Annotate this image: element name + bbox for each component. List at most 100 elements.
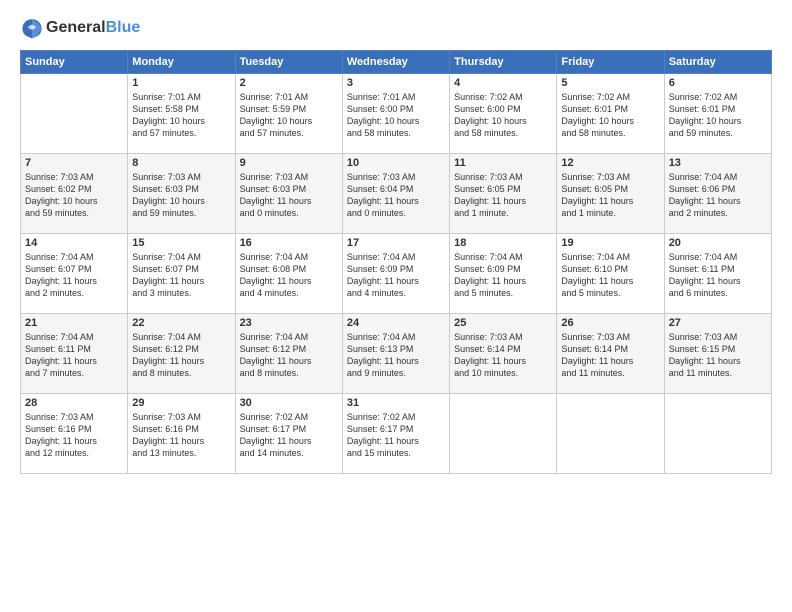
- cell-info: Sunrise: 7:03 AM Sunset: 6:03 PM Dayligh…: [132, 171, 230, 220]
- cell-info: Sunrise: 7:02 AM Sunset: 6:01 PM Dayligh…: [561, 91, 659, 140]
- day-number: 15: [132, 237, 230, 249]
- cell-info: Sunrise: 7:01 AM Sunset: 6:00 PM Dayligh…: [347, 91, 445, 140]
- day-number: 31: [347, 397, 445, 409]
- cell-info: Sunrise: 7:03 AM Sunset: 6:16 PM Dayligh…: [25, 411, 123, 460]
- calendar-week-row: 14 Sunrise: 7:04 AM Sunset: 6:07 PM Dayli…: [21, 234, 772, 314]
- cell-info: Sunrise: 7:03 AM Sunset: 6:04 PM Dayligh…: [347, 171, 445, 220]
- calendar-cell: 5 Sunrise: 7:02 AM Sunset: 6:01 PM Daylig…: [557, 74, 664, 154]
- cell-info: Sunrise: 7:04 AM Sunset: 6:09 PM Dayligh…: [347, 251, 445, 300]
- day-number: 3: [347, 77, 445, 89]
- day-number: 12: [561, 157, 659, 169]
- day-number: 23: [240, 317, 338, 329]
- weekday-header-monday: Monday: [128, 51, 235, 74]
- cell-info: Sunrise: 7:03 AM Sunset: 6:16 PM Dayligh…: [132, 411, 230, 460]
- calendar-cell: 29Sunrise: 7:03 AM Sunset: 6:16 PM Dayli…: [128, 394, 235, 474]
- cell-info: Sunrise: 7:04 AM Sunset: 6:07 PM Dayligh…: [132, 251, 230, 300]
- calendar-cell: 20Sunrise: 7:04 AM Sunset: 6:11 PM Dayli…: [664, 234, 771, 314]
- day-number: 4: [454, 77, 552, 89]
- calendar-cell: 30Sunrise: 7:02 AM Sunset: 6:17 PM Dayli…: [235, 394, 342, 474]
- day-number: 25: [454, 317, 552, 329]
- logo-general: General: [46, 19, 106, 36]
- day-number: 9: [240, 157, 338, 169]
- day-number: 20: [669, 237, 767, 249]
- calendar-week-row: 28 Sunrise: 7:03 AM Sunset: 6:16 PM Dayli…: [21, 394, 772, 474]
- calendar-table: SundayMondayTuesdayWednesdayThursdayFrid…: [20, 50, 772, 474]
- calendar-cell: 27 Sunrise: 7:03 AM Sunset: 6:15 PM Dayli…: [664, 314, 771, 394]
- cell-info: Sunrise: 7:03 AM Sunset: 6:03 PM Dayligh…: [240, 171, 338, 220]
- calendar-week-row: 1 Sunrise: 7:01 AM Sunset: 5:58 PM Daylig…: [21, 74, 772, 154]
- weekday-header-friday: Friday: [557, 51, 664, 74]
- calendar-cell: 16Sunrise: 7:04 AM Sunset: 6:08 PM Dayli…: [235, 234, 342, 314]
- calendar-cell: 21Sunrise: 7:04 AM Sunset: 6:11 PM Dayli…: [21, 314, 128, 394]
- header: GeneralBlue: [20, 16, 772, 40]
- calendar-cell: 17 Sunrise: 7:04 AM Sunset: 6:09 PM Dayli…: [342, 234, 449, 314]
- day-number: 11: [454, 157, 552, 169]
- logo-blue: Blue: [106, 19, 141, 36]
- cell-info: Sunrise: 7:02 AM Sunset: 6:17 PM Dayligh…: [347, 411, 445, 460]
- calendar-cell: 25 Sunrise: 7:03 AM Sunset: 6:14 PM Dayli…: [450, 314, 557, 394]
- cell-info: Sunrise: 7:04 AM Sunset: 6:07 PM Dayligh…: [25, 251, 123, 300]
- cell-info: Sunrise: 7:03 AM Sunset: 6:14 PM Dayligh…: [454, 331, 552, 380]
- calendar-cell: 4 Sunrise: 7:02 AM Sunset: 6:00 PM Daylig…: [450, 74, 557, 154]
- calendar-cell: 12 Sunrise: 7:03 AM Sunset: 6:05 PM Dayli…: [557, 154, 664, 234]
- weekday-header-sunday: Sunday: [21, 51, 128, 74]
- calendar-cell: 11Sunrise: 7:03 AM Sunset: 6:05 PM Dayli…: [450, 154, 557, 234]
- calendar-cell: 22 Sunrise: 7:04 AM Sunset: 6:12 PM Dayli…: [128, 314, 235, 394]
- weekday-header-saturday: Saturday: [664, 51, 771, 74]
- calendar-cell: [557, 394, 664, 474]
- cell-info: Sunrise: 7:02 AM Sunset: 6:00 PM Dayligh…: [454, 91, 552, 140]
- weekday-header-row: SundayMondayTuesdayWednesdayThursdayFrid…: [21, 51, 772, 74]
- day-number: 13: [669, 157, 767, 169]
- day-number: 14: [25, 237, 123, 249]
- cell-info: Sunrise: 7:03 AM Sunset: 6:05 PM Dayligh…: [561, 171, 659, 220]
- day-number: 28: [25, 397, 123, 409]
- calendar-cell: 15 Sunrise: 7:04 AM Sunset: 6:07 PM Dayli…: [128, 234, 235, 314]
- weekday-header-thursday: Thursday: [450, 51, 557, 74]
- day-number: 22: [132, 317, 230, 329]
- day-number: 7: [25, 157, 123, 169]
- day-number: 30: [240, 397, 338, 409]
- cell-info: Sunrise: 7:04 AM Sunset: 6:10 PM Dayligh…: [561, 251, 659, 300]
- calendar-cell: 6 Sunrise: 7:02 AM Sunset: 6:01 PM Daylig…: [664, 74, 771, 154]
- weekday-header-wednesday: Wednesday: [342, 51, 449, 74]
- cell-info: Sunrise: 7:04 AM Sunset: 6:13 PM Dayligh…: [347, 331, 445, 380]
- day-number: 21: [25, 317, 123, 329]
- logo-icon: [20, 16, 44, 40]
- day-number: 16: [240, 237, 338, 249]
- logo: GeneralBlue: [20, 16, 140, 40]
- day-number: 1: [132, 77, 230, 89]
- calendar-cell: 13 Sunrise: 7:04 AM Sunset: 6:06 PM Dayli…: [664, 154, 771, 234]
- day-number: 6: [669, 77, 767, 89]
- calendar-cell: 7 Sunrise: 7:03 AM Sunset: 6:02 PM Daylig…: [21, 154, 128, 234]
- day-number: 19: [561, 237, 659, 249]
- cell-info: Sunrise: 7:01 AM Sunset: 5:58 PM Dayligh…: [132, 91, 230, 140]
- calendar-cell: 23Sunrise: 7:04 AM Sunset: 6:12 PM Dayli…: [235, 314, 342, 394]
- cell-info: Sunrise: 7:03 AM Sunset: 6:02 PM Dayligh…: [25, 171, 123, 220]
- calendar-cell: 1 Sunrise: 7:01 AM Sunset: 5:58 PM Daylig…: [128, 74, 235, 154]
- day-number: 5: [561, 77, 659, 89]
- calendar-week-row: 7 Sunrise: 7:03 AM Sunset: 6:02 PM Daylig…: [21, 154, 772, 234]
- day-number: 24: [347, 317, 445, 329]
- day-number: 17: [347, 237, 445, 249]
- day-number: 2: [240, 77, 338, 89]
- calendar-cell: 2Sunrise: 7:01 AM Sunset: 5:59 PM Daylig…: [235, 74, 342, 154]
- weekday-header-tuesday: Tuesday: [235, 51, 342, 74]
- cell-info: Sunrise: 7:03 AM Sunset: 6:15 PM Dayligh…: [669, 331, 767, 380]
- cell-info: Sunrise: 7:02 AM Sunset: 6:01 PM Dayligh…: [669, 91, 767, 140]
- day-number: 27: [669, 317, 767, 329]
- cell-info: Sunrise: 7:04 AM Sunset: 6:12 PM Dayligh…: [132, 331, 230, 380]
- calendar-cell: 18 Sunrise: 7:04 AM Sunset: 6:09 PM Dayli…: [450, 234, 557, 314]
- cell-info: Sunrise: 7:04 AM Sunset: 6:09 PM Dayligh…: [454, 251, 552, 300]
- cell-info: Sunrise: 7:03 AM Sunset: 6:14 PM Dayligh…: [561, 331, 659, 380]
- calendar-cell: 26 Sunrise: 7:03 AM Sunset: 6:14 PM Dayli…: [557, 314, 664, 394]
- calendar-cell: 28 Sunrise: 7:03 AM Sunset: 6:16 PM Dayli…: [21, 394, 128, 474]
- calendar-cell: 24 Sunrise: 7:04 AM Sunset: 6:13 PM Dayli…: [342, 314, 449, 394]
- calendar-page: GeneralBlue SundayMondayTuesdayWednesday…: [0, 0, 792, 612]
- day-number: 26: [561, 317, 659, 329]
- calendar-cell: 31 Sunrise: 7:02 AM Sunset: 6:17 PM Dayli…: [342, 394, 449, 474]
- calendar-cell: [664, 394, 771, 474]
- calendar-cell: 9 Sunrise: 7:03 AM Sunset: 6:03 PM Daylig…: [235, 154, 342, 234]
- calendar-cell: 8Sunrise: 7:03 AM Sunset: 6:03 PM Daylig…: [128, 154, 235, 234]
- cell-info: Sunrise: 7:04 AM Sunset: 6:06 PM Dayligh…: [669, 171, 767, 220]
- day-number: 18: [454, 237, 552, 249]
